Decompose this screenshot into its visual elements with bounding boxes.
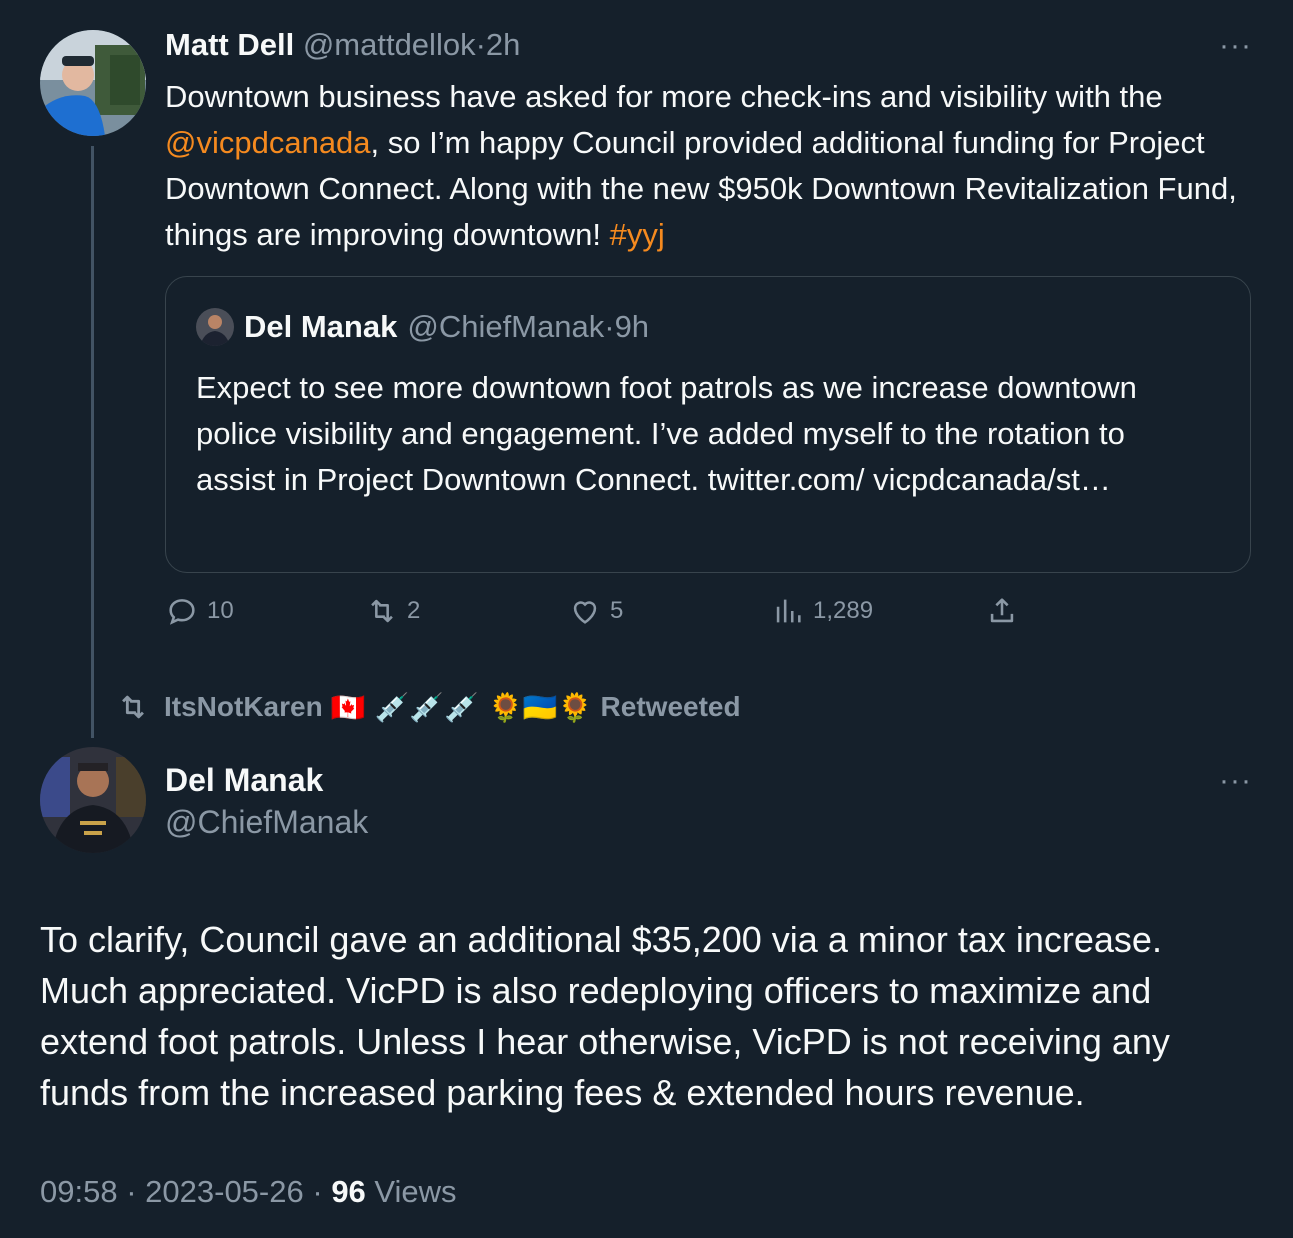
mention-link[interactable]: @vicpdcanada [165,125,371,160]
more-horizontal-icon[interactable]: ··· [1219,31,1252,61]
hashtag-link[interactable]: #yyj [610,217,665,252]
retweeter-emojis: 🇨🇦 💉💉💉 🌻🇺🇦🌻 [330,690,593,724]
retweet-count: 2 [407,597,421,624]
author-handle[interactable]: @ChiefManak [165,802,368,842]
views-count: 96 [331,1174,366,1209]
retweet-context: ItsNotKaren 🇨🇦 💉💉💉 🌻🇺🇦🌻 Retweeted [116,690,741,724]
tweet1-action-bar: 10 2 5 1,289 [165,594,1165,634]
avatar-del-manak[interactable] [40,747,146,853]
tweet2-meta: 09:58 · 2023-05-26 · 96 Views [40,1172,457,1212]
bar-chart-icon [776,599,801,623]
views-button[interactable]: 1,289 [771,594,873,628]
tweet1-text-part1: Downtown business have asked for more ch… [165,79,1163,114]
avatar-image [40,30,146,136]
quote-author-handle: @ChiefManak [407,309,605,344]
like-button[interactable]: 5 [568,594,623,628]
tweet-time[interactable]: 2h [486,27,520,62]
tweet1-header: Matt Dell @mattdellok·2h [165,25,520,65]
heart-icon [573,601,597,624]
quote-separator: · [604,309,615,344]
like-count: 5 [610,597,624,624]
quote-time: 9h [614,309,650,344]
avatar-image [40,747,146,853]
views-label: Views [374,1174,457,1209]
retweet-button[interactable]: 2 [365,594,420,628]
reply-count: 10 [207,597,234,624]
reply-icon [169,599,195,625]
quote-body: Expect to see more downtown foot patrols… [196,370,1137,497]
author-name[interactable]: Del Manak [165,760,323,800]
retweeter-name[interactable]: ItsNotKaren [164,691,323,723]
quote-header: Del Manak @ChiefManak · 9h [196,307,649,347]
retweet-icon [371,599,393,623]
tweet-date[interactable]: 2023-05-26 [145,1174,304,1209]
more-horizontal-icon[interactable]: ··· [1219,766,1252,796]
thread-connector [91,146,94,738]
separator: · [126,1174,137,1209]
quote-avatar [196,308,234,346]
share-button[interactable] [985,594,1027,628]
tweet1-body: Downtown business have asked for more ch… [165,74,1240,258]
separator: · [312,1174,323,1209]
quote-author-name: Del Manak [244,309,398,344]
tweet-time[interactable]: 09:58 [40,1174,118,1209]
tweet2-body: To clarify, Council gave an additional $… [40,919,1170,1113]
author-name[interactable]: Matt Dell [165,27,294,62]
avatar-matt-dell[interactable] [40,30,146,136]
share-icon [990,598,1014,623]
reply-button[interactable]: 10 [165,594,234,628]
view-count: 1,289 [813,597,874,624]
retweeted-label: Retweeted [600,691,741,722]
author-handle[interactable]: @mattdellok [303,27,476,62]
quoted-tweet-card[interactable]: Del Manak @ChiefManak · 9h Expect to see m… [165,276,1251,573]
retweet-icon [122,695,144,719]
quote-avatar-image [196,308,234,346]
separator: · [475,27,486,62]
